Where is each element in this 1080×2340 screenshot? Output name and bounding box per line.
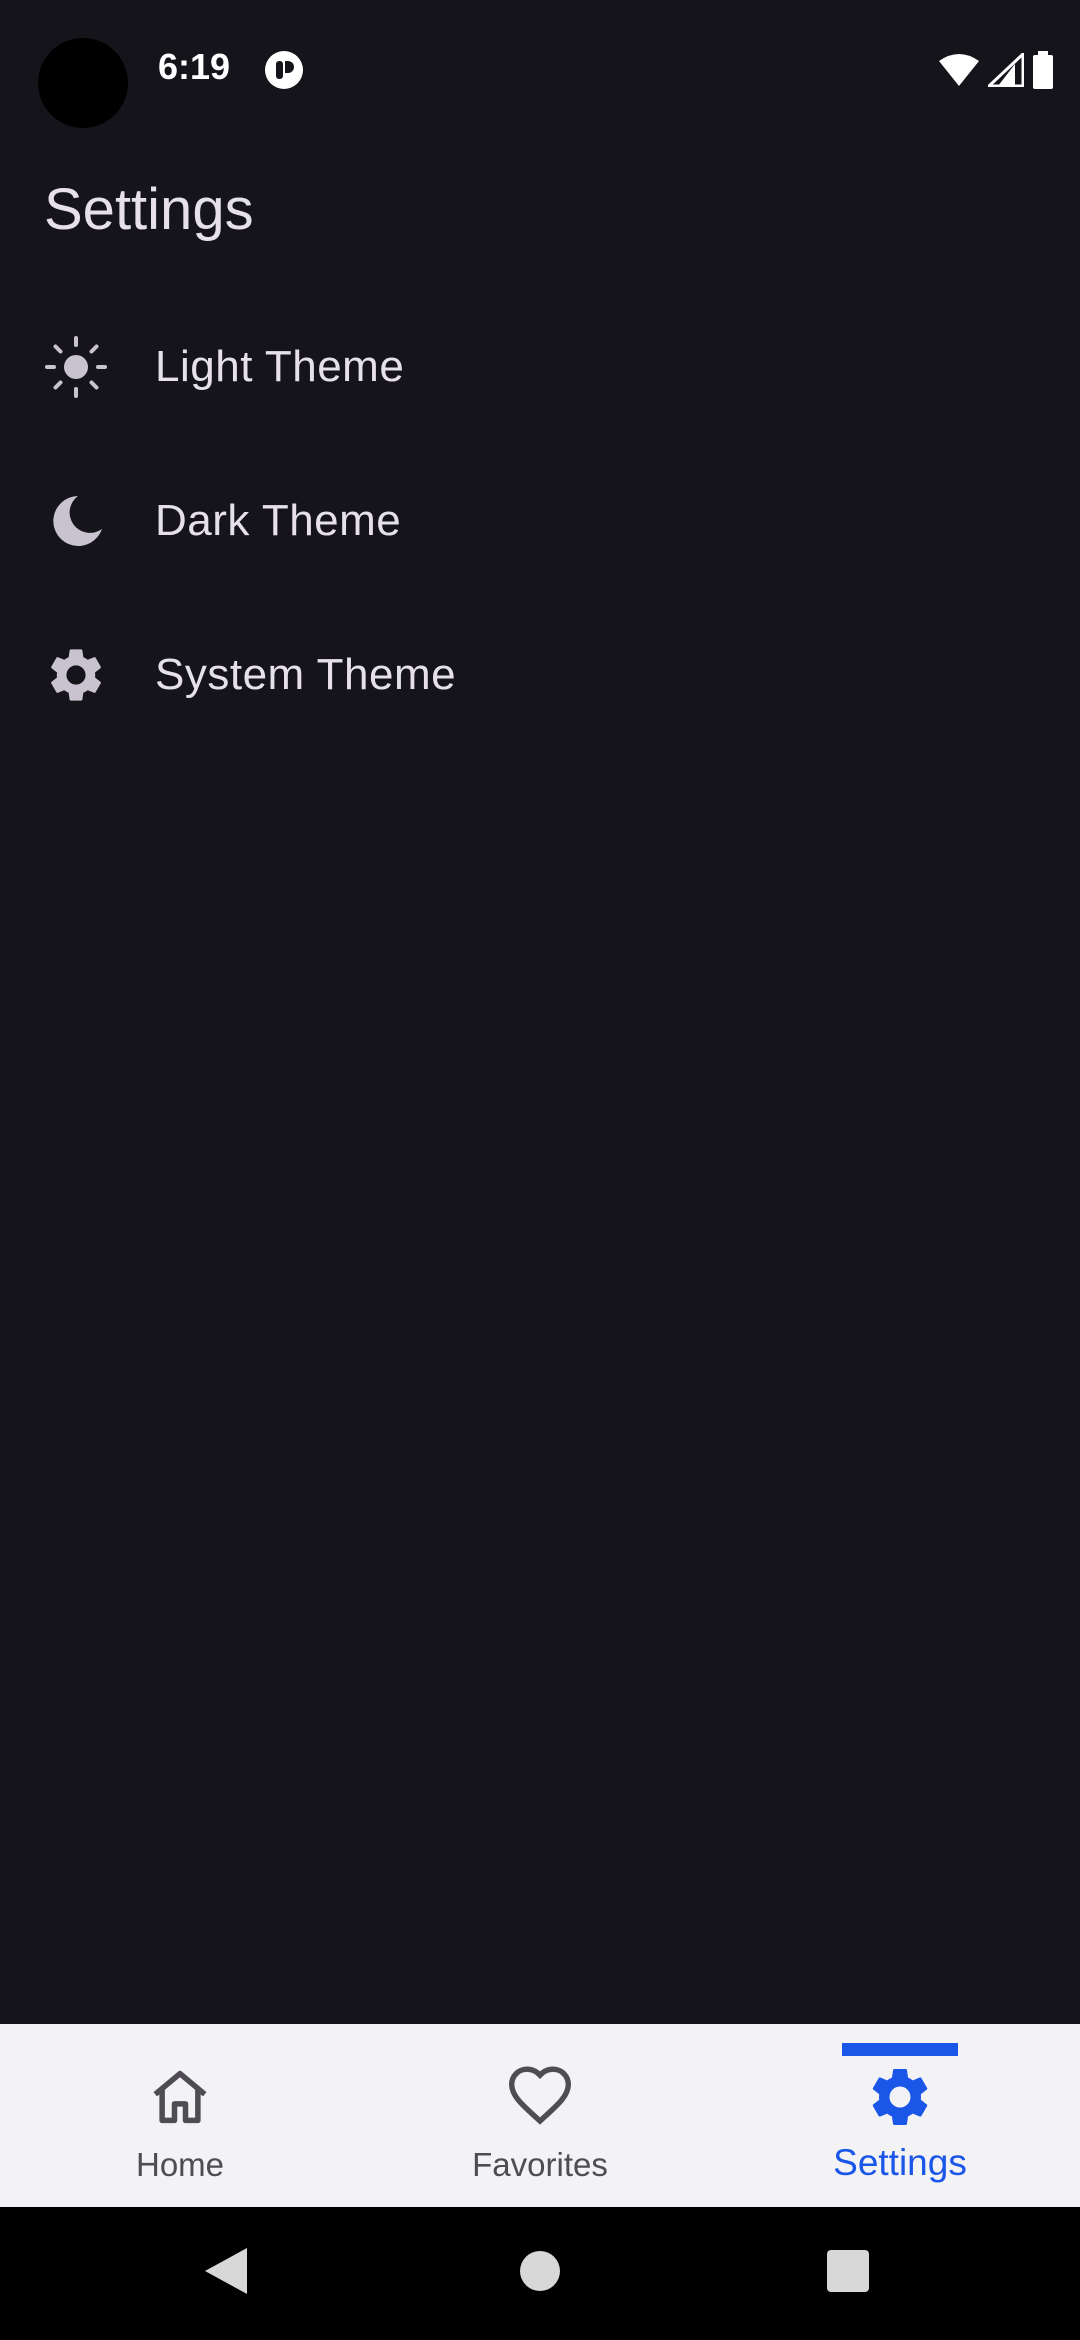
cellular-signal-icon <box>988 53 1024 87</box>
recents-icon <box>826 2249 870 2298</box>
theme-options-list: Light Theme Dark Theme System Theme <box>0 290 1080 752</box>
system-theme-label: System Theme <box>155 650 457 699</box>
nav-item-home[interactable]: Home <box>0 2024 360 2207</box>
home-button[interactable] <box>500 2207 580 2340</box>
gear-icon <box>44 643 108 707</box>
sun-icon <box>44 335 108 399</box>
page-title: Settings <box>44 177 254 242</box>
system-navigation-bar <box>0 2207 1080 2340</box>
back-button[interactable] <box>196 2207 256 2340</box>
heart-icon <box>505 2062 575 2132</box>
dark-theme-label: Dark Theme <box>155 496 402 545</box>
home-icon <box>145 2062 215 2132</box>
status-time: 6:19 <box>158 46 231 87</box>
gear-icon <box>865 2062 935 2132</box>
nav-label-home: Home <box>135 2146 225 2183</box>
nav-label-settings: Settings <box>833 2142 967 2183</box>
status-icons <box>938 50 1054 90</box>
recents-button[interactable] <box>818 2207 878 2340</box>
nav-label-favorites: Favorites <box>472 2146 608 2183</box>
moon-icon <box>44 489 108 553</box>
battery-icon <box>1032 51 1054 89</box>
wifi-icon <box>938 53 980 87</box>
light-theme-option[interactable]: Light Theme <box>0 290 1080 444</box>
home-circle-icon <box>519 2250 561 2297</box>
dark-theme-option[interactable]: Dark Theme <box>0 444 1080 598</box>
camera-cutout <box>38 38 128 128</box>
status-bar: 6:19 <box>0 0 1080 140</box>
light-theme-label: Light Theme <box>155 342 405 391</box>
nav-item-favorites[interactable]: Favorites <box>360 2024 720 2207</box>
system-theme-option[interactable]: System Theme <box>0 598 1080 752</box>
back-icon <box>203 2246 249 2301</box>
notification-icon <box>264 50 304 90</box>
active-tab-indicator <box>842 2043 958 2056</box>
